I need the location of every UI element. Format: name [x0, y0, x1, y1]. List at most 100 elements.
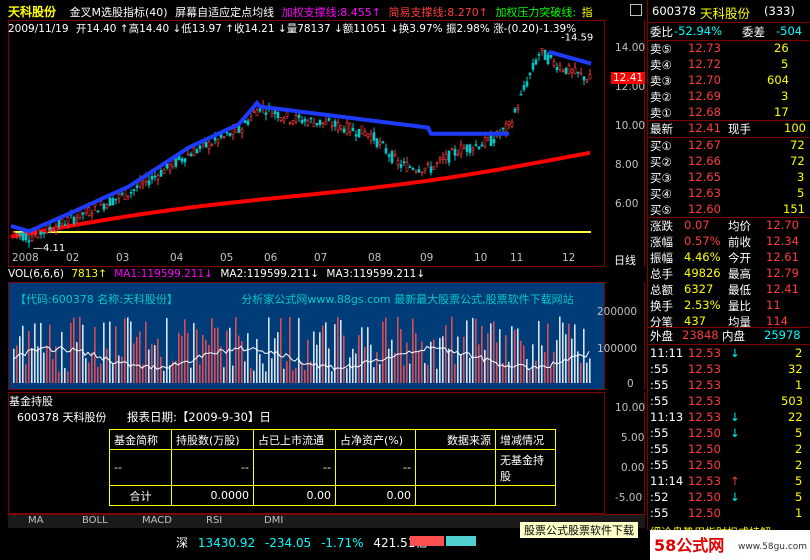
tick-row: :55 12.50 2 — [648, 442, 810, 458]
volume-bar — [139, 331, 141, 383]
candle-body — [348, 123, 352, 133]
fund-col-shares: 持股数(万股) — [171, 429, 254, 450]
fund-tick-neg5: -5.00 — [615, 492, 643, 504]
tab-macd[interactable]: MACD — [142, 515, 172, 526]
tab-boll[interactable]: BOLL — [82, 515, 108, 526]
volume-bar — [151, 344, 153, 383]
price-tick-8: 8.00 — [615, 159, 639, 171]
banner-code: 【代码:600378 名称:天科股份】 — [15, 293, 178, 306]
stat-label: 涨跌 — [650, 219, 673, 233]
sell-label: 卖⑤ — [650, 42, 672, 56]
fund-table: 基金简称 持股数(万股) 占已上市流通 占净资产(%) 数据来源 增减情况 --… — [109, 429, 556, 506]
fund-stock: 600378 天科股份 — [17, 411, 107, 424]
tick-arrow: ↑ — [730, 474, 740, 488]
tick-volume: 1 — [795, 378, 803, 392]
candle-body — [387, 154, 391, 157]
candle-body — [99, 201, 103, 206]
volume-bar — [289, 317, 291, 383]
candle-body — [294, 115, 298, 122]
stock-title[interactable]: 天科股份 — [8, 5, 56, 19]
volume-bar — [433, 339, 435, 383]
index-ticker[interactable]: 深 13430.92 -234.05 -1.71% 421.51亿 — [176, 534, 427, 551]
stat-value: 2.53% — [684, 298, 721, 312]
volume-bar — [328, 348, 330, 383]
volume-bar — [520, 340, 522, 383]
tick-row: 11:14 12.53 ↑ 5 — [648, 474, 810, 490]
tab-ma[interactable]: MA — [28, 515, 43, 526]
banner-ad[interactable]: 分析家公式网www.88gs.com 最新最大股票公式,股票软件下载网站 — [241, 293, 573, 306]
candle-body — [21, 232, 25, 241]
candle-body — [303, 118, 307, 122]
sell-order-row: 卖③ 12.70 604 — [648, 73, 810, 89]
tab-rsi[interactable]: RSI — [206, 515, 222, 526]
volume-bar — [292, 370, 294, 383]
window-close-box[interactable] — [630, 4, 642, 16]
candle-body — [75, 217, 79, 221]
candle-body — [309, 117, 313, 120]
candle-body — [546, 54, 550, 65]
tick-volume: 5 — [795, 490, 803, 504]
candle-body — [525, 81, 529, 87]
stat-value: 12.79 — [766, 266, 799, 280]
volume-bar — [412, 318, 414, 383]
volume-bar — [106, 348, 108, 383]
tab-dmi[interactable]: DMI — [264, 515, 283, 526]
volume-bar — [31, 348, 33, 383]
candle-body — [369, 133, 373, 141]
candle-body — [450, 148, 454, 151]
stat-value: 6327 — [684, 282, 714, 296]
volume-bar — [490, 323, 492, 383]
stat-row: 涨跌 0.07 均价 12.70 — [648, 218, 810, 234]
tick-volume: 5 — [795, 474, 803, 488]
candle-body — [531, 63, 535, 70]
volume-bar — [463, 336, 465, 383]
candle-body — [351, 127, 355, 132]
candle-body — [225, 131, 229, 134]
candle-body — [447, 150, 451, 163]
volume-bar — [445, 325, 447, 383]
vol-v1: 7813↑ — [71, 268, 107, 280]
table-row-total: 合计 0.0000 0.00 0.00 — [109, 485, 556, 506]
neipan-label: 内盘 — [722, 329, 745, 343]
volume-bar — [424, 363, 426, 383]
volume-bar — [76, 342, 78, 383]
kline-chart[interactable]: -14.59 —4.11 — [8, 20, 605, 267]
volume-bar — [367, 327, 369, 383]
volume-bar — [529, 370, 531, 383]
status-bar: 股票公式股票软件下载 深 13430.92 -234.05 -1.71% 421… — [0, 522, 810, 560]
candle-body — [114, 198, 118, 201]
candle-body — [414, 170, 418, 173]
buy-price: 12.60 — [688, 202, 721, 216]
tick-row: :55 12.53 503 — [648, 394, 810, 410]
volume-bar — [166, 317, 168, 383]
tick-time: :55 — [650, 458, 669, 472]
candle-body — [438, 157, 442, 161]
candle-body — [474, 144, 478, 146]
sell-label: 卖③ — [650, 74, 672, 88]
volume-chart[interactable]: 【代码:600378 名称:天科股份】 分析家公式网www.88gs.com 最… — [8, 282, 605, 390]
stat-value: 437 — [684, 314, 706, 328]
stat-row: 总额 6327 最低 12.41 — [648, 282, 810, 298]
last-label: 最新 — [650, 122, 673, 136]
period-label[interactable]: 日线 — [614, 252, 636, 268]
volume-bar — [346, 368, 348, 383]
volume-bar — [343, 335, 345, 383]
volume-bar — [325, 322, 327, 383]
volume-bar — [358, 335, 360, 383]
candle-body — [330, 125, 334, 128]
volume-bar — [484, 349, 486, 383]
candle-body — [381, 141, 385, 144]
volume-bar — [379, 364, 381, 383]
candle-body — [156, 175, 160, 180]
stat-value: 12.70 — [766, 218, 799, 232]
volume-bar — [49, 324, 51, 383]
candle-body — [192, 148, 196, 157]
candle-body — [102, 203, 106, 210]
volume-bar — [205, 339, 207, 383]
volume-bar — [361, 327, 363, 383]
ad-banner[interactable]: 股票公式股票软件下载 — [520, 522, 638, 538]
buy-order-row: 买③ 12.65 3 — [648, 170, 810, 186]
candle-body — [42, 232, 46, 235]
candle-body — [285, 111, 289, 118]
tick-row: :55 12.50 2 — [648, 458, 810, 474]
